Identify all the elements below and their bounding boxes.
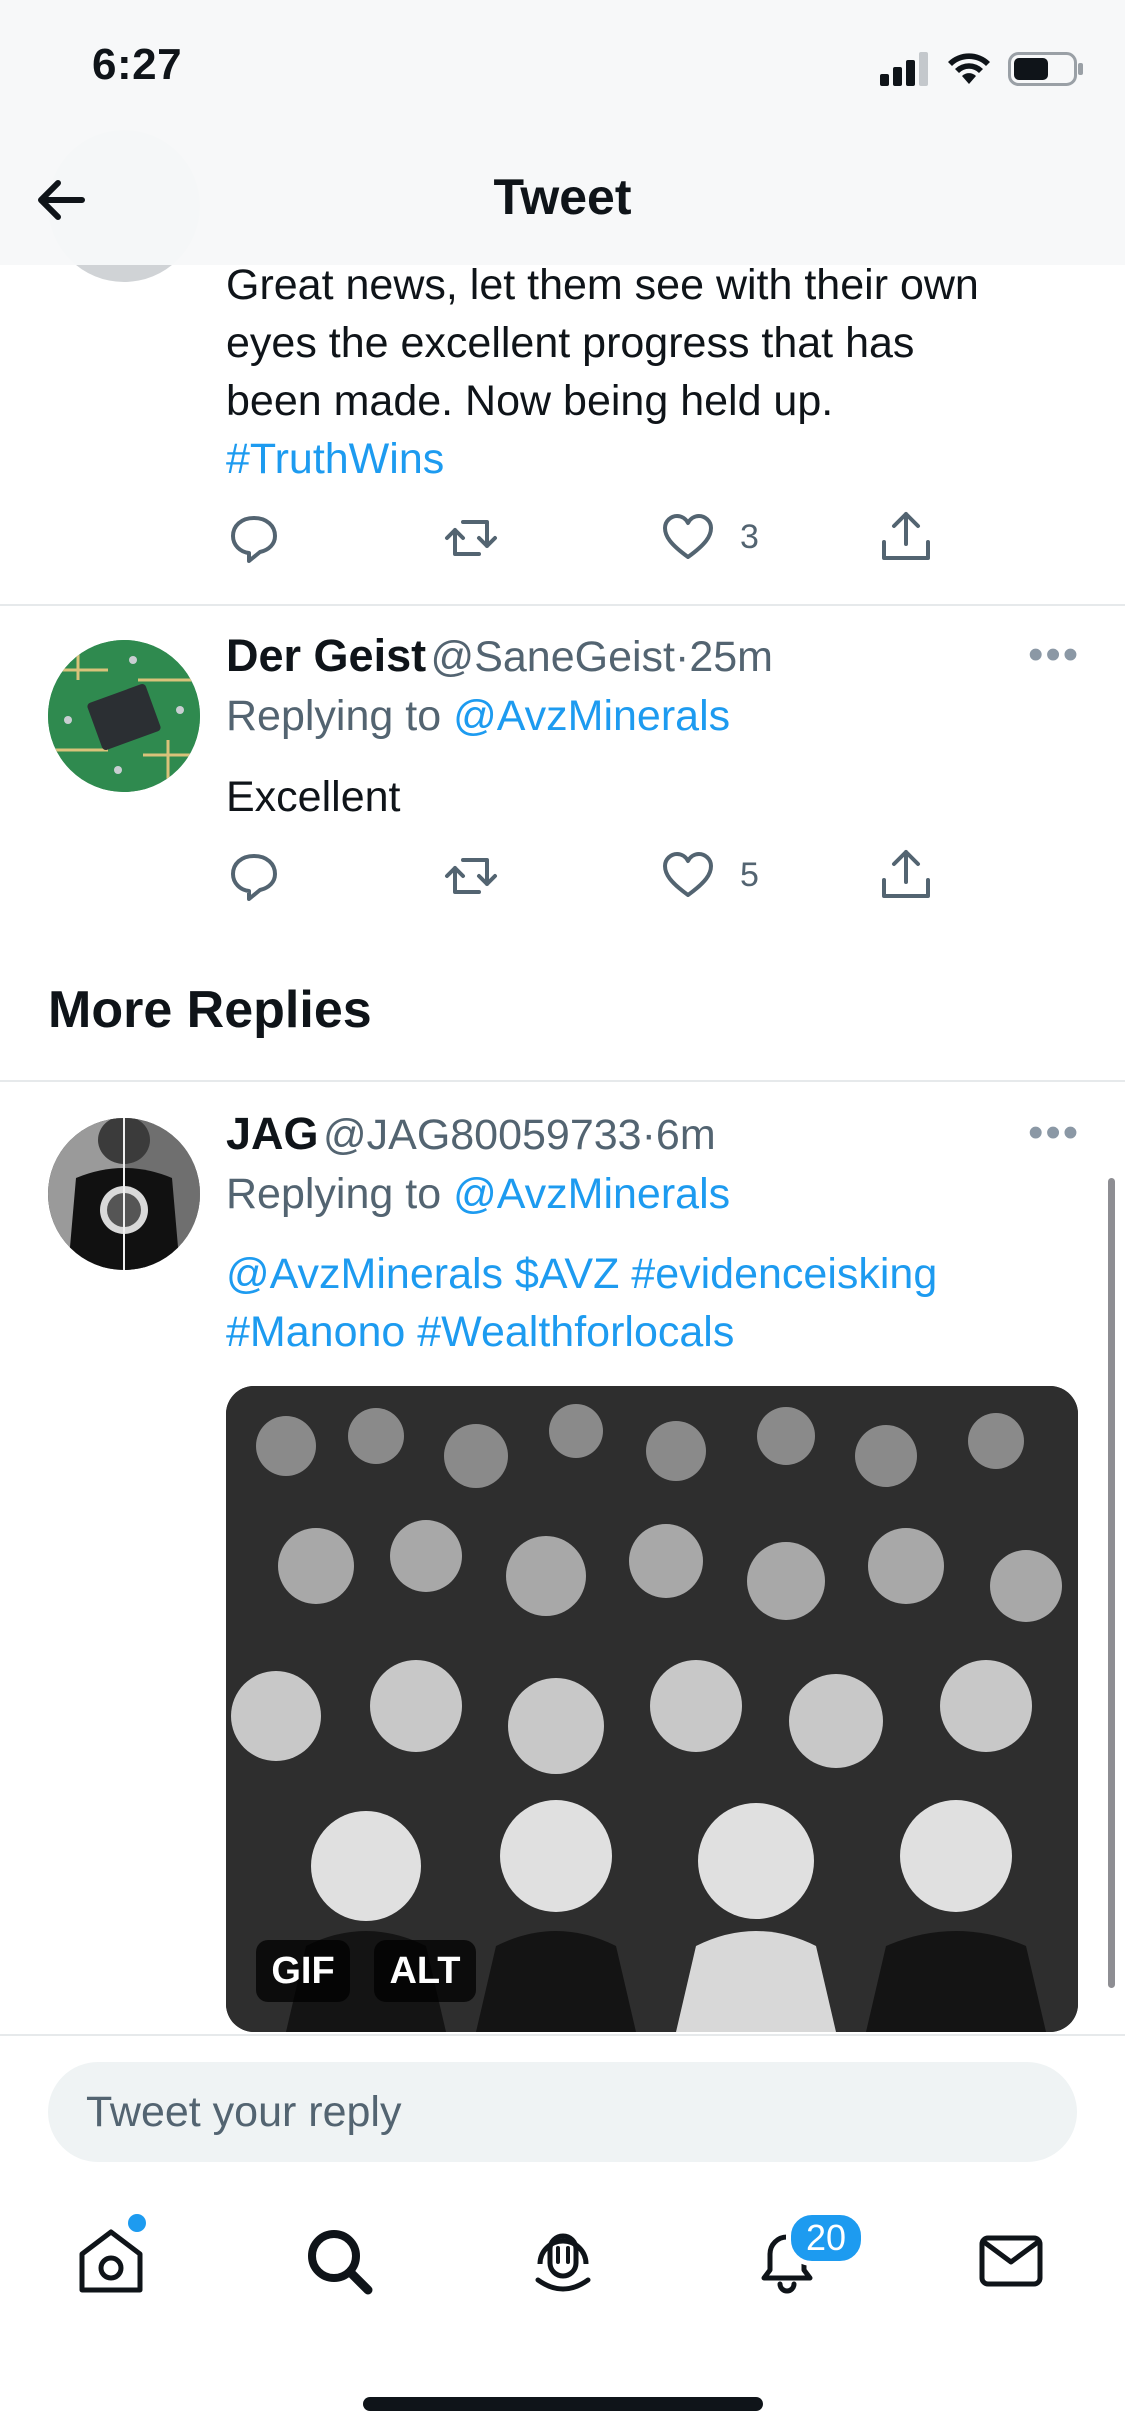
replying-to-handle[interactable]: @AvzMinerals [453, 1170, 730, 1218]
tweet-text: Excellent [226, 773, 401, 821]
tweet-text-line: been made. Now being held up. [226, 377, 834, 425]
display-name[interactable]: JAG [226, 1108, 319, 1159]
spaces-icon[interactable] [526, 2224, 600, 2298]
separator-dot: · [674, 633, 690, 681]
replying-to-label: Replying to [226, 1170, 442, 1218]
tweet-text-line[interactable]: #Manono #Wealthforlocals [226, 1303, 1086, 1361]
like-count: 5 [740, 856, 759, 894]
like-count: 3 [740, 518, 759, 556]
separator-dot: · [641, 1111, 656, 1159]
divider [0, 604, 1125, 606]
tweet-time: 25m [689, 633, 773, 681]
display-name[interactable]: Der Geist [226, 630, 426, 681]
reply-input-placeholder: Tweet your reply [86, 2088, 402, 2136]
user-handle[interactable]: @SaneGeist [431, 633, 675, 681]
battery-icon [1008, 52, 1084, 91]
status-time: 6:27 [92, 40, 183, 89]
page-title: Tweet [493, 169, 632, 225]
more-options-icon[interactable]: ••• [1028, 1108, 1080, 1158]
tweet-text: Great news, let them see with their own … [226, 256, 1086, 488]
replying-to-line: Replying to @AvzMinerals [226, 1170, 730, 1219]
heart-icon[interactable] [660, 848, 716, 904]
tweet-text-line[interactable]: @AvzMinerals $AVZ #evidenceisking [226, 1245, 1086, 1303]
tweet-author-line: JAG @JAG80059733·6m [226, 1108, 716, 1160]
alt-badge[interactable]: ALT [374, 1940, 476, 2002]
wifi-icon [946, 50, 992, 91]
reply-icon[interactable] [226, 510, 282, 566]
notifications-badge: 20 [786, 2210, 866, 2266]
share-icon[interactable] [878, 508, 934, 564]
avatar[interactable] [48, 1118, 200, 1270]
reply-icon[interactable] [226, 848, 282, 904]
more-options-icon[interactable]: ••• [1028, 630, 1080, 680]
home-indicator[interactable] [363, 2397, 763, 2411]
tweet-text-line: eyes the excellent progress that has [226, 319, 915, 367]
hashtag-link[interactable]: #TruthWins [226, 430, 1086, 488]
replying-to-label: Replying to [226, 692, 442, 740]
tweet-time: 6m [655, 1111, 716, 1159]
user-handle[interactable]: @JAG80059733 [323, 1111, 642, 1159]
retweet-icon[interactable] [443, 510, 499, 566]
share-icon[interactable] [878, 846, 934, 902]
retweet-icon[interactable] [443, 848, 499, 904]
tweet-text-line: Great news, let them see with their own [226, 261, 979, 309]
tweet-text: @AvzMinerals $AVZ #evidenceisking #Manon… [226, 1245, 1086, 1361]
home-notification-dot [128, 2214, 146, 2232]
replying-to-line: Replying to @AvzMinerals [226, 692, 730, 741]
home-icon[interactable] [74, 2224, 148, 2298]
messages-icon[interactable] [974, 2224, 1048, 2298]
section-heading: More Replies [48, 981, 372, 1039]
replying-to-handle[interactable]: @AvzMinerals [453, 692, 730, 740]
signal-icon [880, 52, 932, 91]
divider [0, 1080, 1125, 1082]
tweet-author-line: Der Geist @SaneGeist·25m [226, 630, 773, 682]
gif-badge: GIF [256, 1940, 350, 2002]
gif-media[interactable] [226, 1386, 1078, 2032]
scrollbar[interactable] [1108, 1178, 1115, 1988]
heart-icon[interactable] [660, 510, 716, 566]
avatar[interactable] [48, 640, 200, 792]
divider [0, 2034, 1125, 2036]
search-icon[interactable] [302, 2224, 376, 2298]
